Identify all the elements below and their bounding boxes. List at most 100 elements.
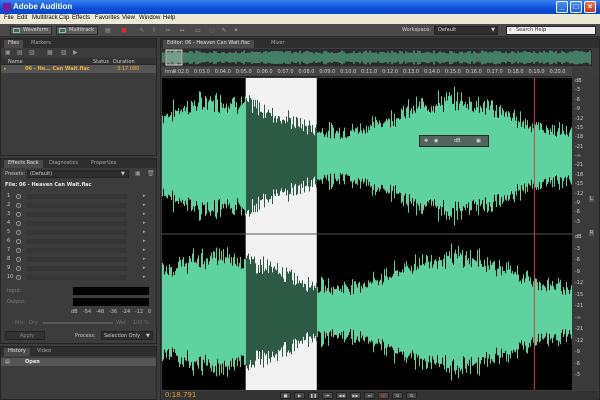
move-tool-icon[interactable]: ↖ xyxy=(138,27,146,34)
tab-video[interactable]: Video xyxy=(33,348,55,356)
delete-preset-icon[interactable]: 🗑 xyxy=(147,171,155,177)
power-icon[interactable] xyxy=(16,212,21,217)
file-row[interactable]: ▸ 06 - He... Can Wait.flac 3:17.080 xyxy=(1,65,156,73)
brush-tool-icon[interactable]: ✎ xyxy=(220,27,228,34)
effect-slot[interactable]: 5 ▸ xyxy=(5,229,153,236)
go-start-icon[interactable]: ⏮ xyxy=(322,392,333,399)
pause-icon[interactable]: ❚❚ xyxy=(308,392,319,399)
menu-favorites[interactable]: Favorites xyxy=(95,15,120,21)
lasso-tool-icon[interactable]: ◌ xyxy=(208,27,216,34)
play-icon[interactable]: ▶ xyxy=(73,50,80,56)
power-icon[interactable] xyxy=(16,203,21,208)
close-button[interactable]: × xyxy=(584,1,596,13)
fast-forward-icon[interactable]: ▶▶ xyxy=(350,392,361,399)
slot-field[interactable] xyxy=(27,212,127,217)
slip-tool-icon[interactable]: ↔ xyxy=(178,27,186,34)
history-item[interactable]: ▤ Open xyxy=(1,358,156,366)
record-icon[interactable]: ■ xyxy=(120,27,128,34)
slot-field[interactable] xyxy=(27,230,127,235)
new-file-icon[interactable]: ▥ xyxy=(29,50,36,56)
close-file-icon[interactable]: ▦ xyxy=(47,50,54,56)
play-icon[interactable]: ▶ xyxy=(294,392,305,399)
mix-slider[interactable] xyxy=(43,322,113,324)
insert-icon[interactable]: ▧ xyxy=(61,50,68,56)
power-icon[interactable] xyxy=(16,275,21,280)
slot-field[interactable] xyxy=(27,248,127,253)
multitrack-view-button[interactable]: Multitrack xyxy=(56,26,98,35)
tab-history[interactable]: History xyxy=(4,348,30,356)
effect-slot[interactable]: 6 ▸ xyxy=(5,238,153,245)
menu-help[interactable]: Help xyxy=(163,15,175,21)
marquee-tool-icon[interactable]: ▭ xyxy=(194,27,202,34)
chevron-right-icon[interactable]: ▸ xyxy=(143,238,146,245)
tab-markers[interactable]: Markers xyxy=(27,40,55,48)
power-icon[interactable] xyxy=(16,266,21,271)
volume-knob-icon[interactable]: ◉ xyxy=(434,138,438,144)
presets-select[interactable]: (Default) ▼ xyxy=(27,170,129,178)
tab-files[interactable]: Files xyxy=(4,40,23,48)
power-icon[interactable] xyxy=(16,221,21,226)
tab-properties[interactable]: Properties xyxy=(87,160,120,168)
effect-slot[interactable]: 7 ▸ xyxy=(5,247,153,254)
tab-mixer[interactable]: Mixer xyxy=(267,40,289,48)
search-help-input[interactable]: ⌕ Search Help xyxy=(506,26,596,35)
chevron-right-icon[interactable]: ▸ xyxy=(143,211,146,218)
razor-tool-icon[interactable]: ✂ xyxy=(164,27,172,34)
save-preset-icon[interactable]: ▣ xyxy=(135,171,142,177)
hud-volume-control[interactable]: ✥ ◉ dB ▣ xyxy=(419,135,489,147)
slot-field[interactable] xyxy=(27,275,127,280)
slot-field[interactable] xyxy=(27,203,127,208)
time-selection-tool-icon[interactable]: I xyxy=(150,27,158,34)
overview-bar[interactable] xyxy=(161,49,592,66)
apply-button[interactable]: Apply xyxy=(5,331,45,340)
channel-right-toggle[interactable]: R xyxy=(589,230,595,236)
menu-file[interactable]: File xyxy=(4,15,14,21)
menu-view[interactable]: View xyxy=(122,15,135,21)
chevron-right-icon[interactable]: ▸ xyxy=(143,256,146,263)
pin-icon[interactable]: ▣ xyxy=(476,138,481,144)
slot-field[interactable] xyxy=(27,221,127,226)
menu-window[interactable]: Window xyxy=(139,15,160,21)
waveform-display[interactable] xyxy=(162,78,572,390)
chevron-right-icon[interactable]: ▸ xyxy=(143,202,146,209)
chevron-right-icon[interactable]: ▸ xyxy=(143,229,146,236)
workspace-select[interactable]: Default ▼ xyxy=(434,26,498,35)
effect-slot[interactable]: 4 ▸ xyxy=(5,220,153,227)
tab-effects-rack[interactable]: Effects Rack xyxy=(4,160,43,168)
slot-field[interactable] xyxy=(27,257,127,262)
effect-slot[interactable]: 3 ▸ xyxy=(5,211,153,218)
power-icon[interactable] xyxy=(16,257,21,262)
power-icon[interactable] xyxy=(16,194,21,199)
effect-slot[interactable]: 9 ▸ xyxy=(5,265,153,272)
overview-viewport[interactable] xyxy=(165,49,183,66)
stop-icon[interactable]: ■ xyxy=(280,392,291,399)
time-ruler[interactable]: hms 0:02.0 0:03.0 0:04.0 0:05.0 0:06.0 0:07.0… xyxy=(162,67,572,77)
chevron-right-icon[interactable]: ▸ xyxy=(143,265,146,272)
chevron-right-icon[interactable]: ▸ xyxy=(143,247,146,254)
record-icon[interactable]: ● xyxy=(378,392,389,399)
slot-field[interactable] xyxy=(27,266,127,271)
import-icon[interactable]: ▤ xyxy=(17,50,24,56)
tab-editor[interactable]: Editor: 06 - Heaven Can Wait.flac xyxy=(163,40,254,48)
open-file-icon[interactable]: ▣ xyxy=(5,50,12,56)
rewind-icon[interactable]: ◀◀ xyxy=(336,392,347,399)
effect-slot[interactable]: 8 ▸ xyxy=(5,256,153,263)
chevron-right-icon[interactable]: ▸ xyxy=(143,193,146,200)
menu-clip[interactable]: Clip xyxy=(59,15,69,21)
spot-healing-icon[interactable]: ✦ xyxy=(232,27,240,34)
slot-field[interactable] xyxy=(27,239,127,244)
chevron-right-icon[interactable]: ▸ xyxy=(143,220,146,227)
menu-multitrack[interactable]: Multitrack xyxy=(32,15,58,21)
loop-icon[interactable]: ↻ xyxy=(392,392,403,399)
maximize-button[interactable]: □ xyxy=(570,1,582,13)
power-icon[interactable] xyxy=(16,239,21,244)
chevron-right-icon[interactable]: ▸ xyxy=(143,274,146,281)
tab-diagnostics[interactable]: Diagnostics xyxy=(45,160,82,168)
power-icon[interactable] xyxy=(16,248,21,253)
menu-effects[interactable]: Effects xyxy=(72,15,90,21)
meter-icon[interactable]: ▤ xyxy=(104,27,112,34)
power-icon[interactable] xyxy=(16,230,21,235)
skip-icon[interactable]: ⤼ xyxy=(406,392,417,399)
effect-slot[interactable]: 1 ▸ xyxy=(5,193,153,200)
effect-slot[interactable]: 10 ▸ xyxy=(5,274,153,281)
